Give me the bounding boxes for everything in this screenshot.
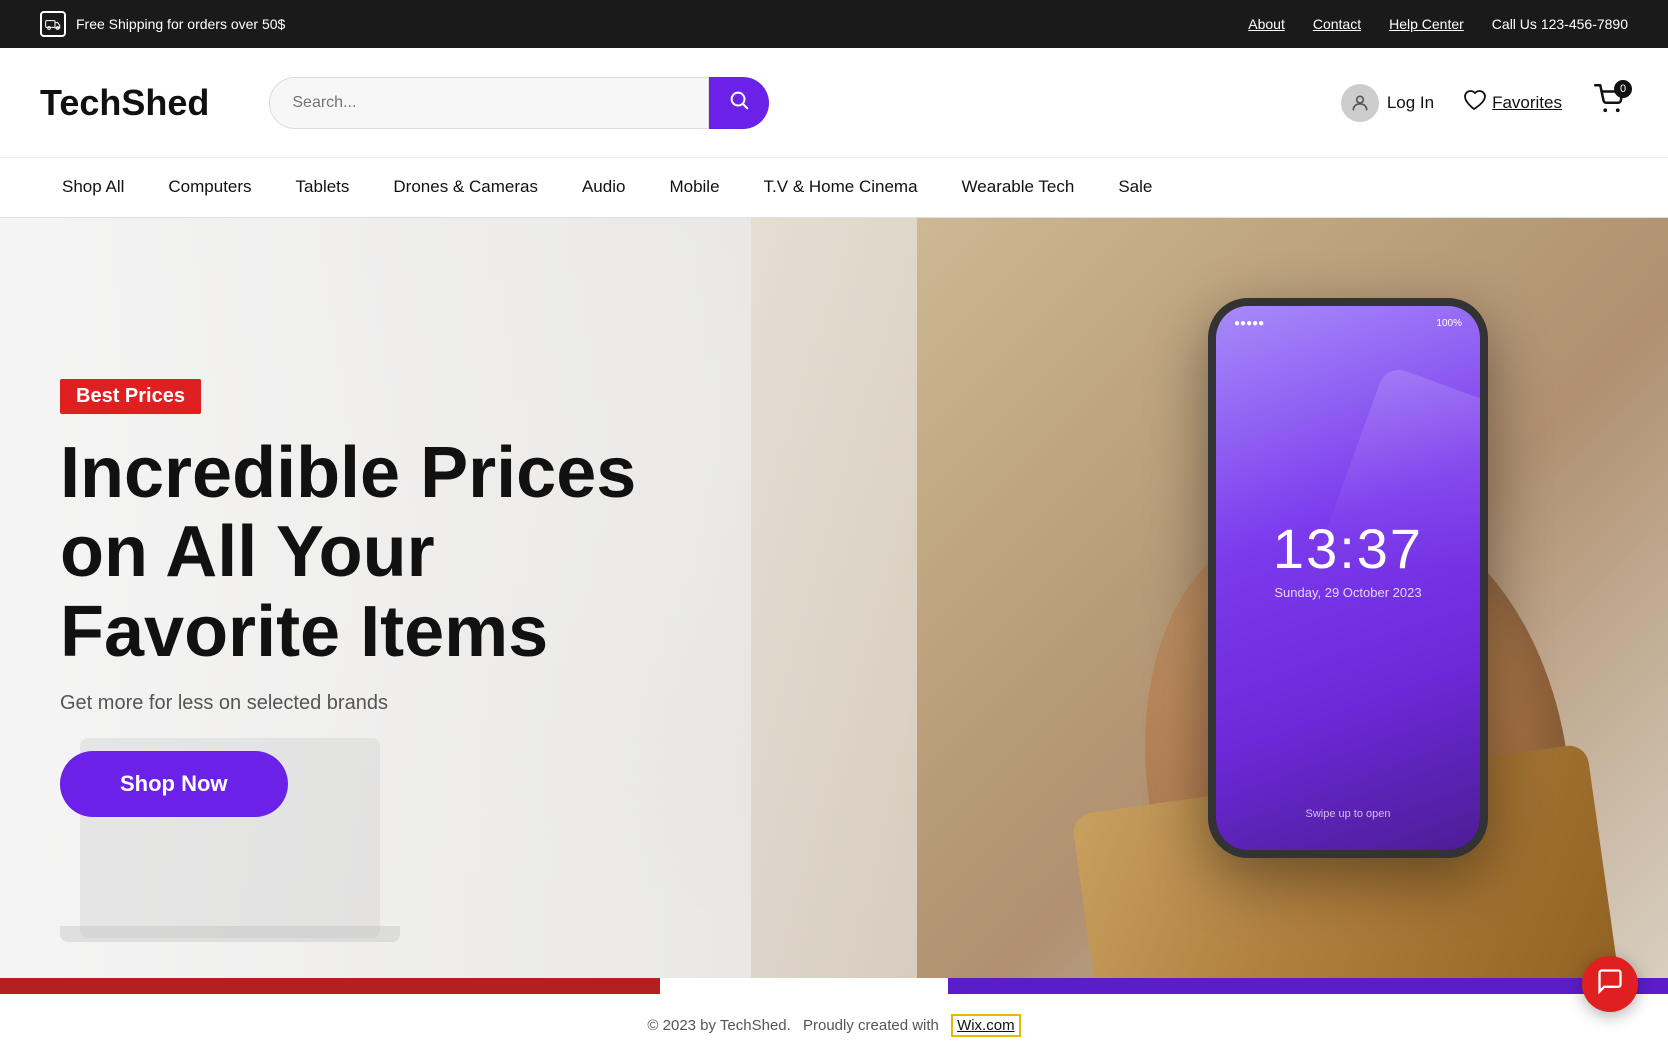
phone-mockup: ●●●●● 100% 13:37 Sunday, 29 October 2023… xyxy=(1208,298,1488,858)
top-nav-links: About Contact Help Center Call Us 123-45… xyxy=(1248,16,1628,32)
heart-icon xyxy=(1462,88,1486,118)
shipping-icon xyxy=(40,11,66,37)
search-container xyxy=(269,77,769,129)
laptop-base-hint xyxy=(60,926,400,942)
footer-proudly: Proudly created with xyxy=(803,1017,939,1034)
call-us-text: Call Us 123-456-7890 xyxy=(1492,16,1628,32)
shop-now-button[interactable]: Shop Now xyxy=(60,751,288,817)
search-icon xyxy=(728,89,750,117)
phone-screen: ●●●●● 100% 13:37 Sunday, 29 October 2023… xyxy=(1216,306,1480,850)
contact-link[interactable]: Contact xyxy=(1313,16,1361,32)
footer: © 2023 by TechShed. Proudly created with… xyxy=(0,994,1668,1057)
chat-button[interactable] xyxy=(1582,956,1638,1012)
favorites-button[interactable]: Favorites xyxy=(1462,88,1562,118)
shipping-info: Free Shipping for orders over 50$ xyxy=(40,11,285,37)
nav-shop-all[interactable]: Shop All xyxy=(40,158,146,218)
wix-link[interactable]: Wix.com xyxy=(957,1017,1015,1034)
cart-icon-wrap: 0 xyxy=(1590,84,1628,122)
footer-bar-red xyxy=(0,978,660,994)
nav-wearable[interactable]: Wearable Tech xyxy=(940,158,1097,218)
cart-count: 0 xyxy=(1614,80,1632,98)
chat-icon xyxy=(1596,967,1624,1002)
nav-audio[interactable]: Audio xyxy=(560,158,647,218)
nav-tablets[interactable]: Tablets xyxy=(274,158,372,218)
nav-tv[interactable]: T.V & Home Cinema xyxy=(742,158,940,218)
shipping-text: Free Shipping for orders over 50$ xyxy=(76,16,285,32)
nav-sale[interactable]: Sale xyxy=(1096,158,1174,218)
footer-wix-box: Wix.com xyxy=(951,1014,1021,1037)
main-nav: Shop All Computers Tablets Drones & Came… xyxy=(0,158,1668,218)
login-label: Log In xyxy=(1387,93,1434,113)
about-link[interactable]: About xyxy=(1248,16,1285,32)
footer-bars xyxy=(0,978,1668,994)
phone-status-bar: ●●●●● 100% xyxy=(1216,318,1480,329)
hero-subtitle: Get more for less on selected brands xyxy=(60,692,636,715)
top-bar: Free Shipping for orders over 50$ About … xyxy=(0,0,1668,48)
footer-bar-gap xyxy=(660,978,948,994)
hero-section: ●●●●● 100% 13:37 Sunday, 29 October 2023… xyxy=(0,218,1668,978)
login-button[interactable]: Log In xyxy=(1341,84,1434,122)
nav-computers[interactable]: Computers xyxy=(146,158,273,218)
phone-number: 123-456-7890 xyxy=(1541,16,1628,32)
best-prices-badge: Best Prices xyxy=(60,379,201,414)
help-center-link[interactable]: Help Center xyxy=(1389,16,1464,32)
hero-content: Best Prices Incredible Prices on All You… xyxy=(0,379,636,817)
nav-drones[interactable]: Drones & Cameras xyxy=(371,158,560,218)
nav-mobile[interactable]: Mobile xyxy=(647,158,741,218)
header-right: Log In Favorites 0 xyxy=(1341,84,1628,122)
favorites-label: Favorites xyxy=(1492,93,1562,113)
cart-button[interactable]: 0 xyxy=(1590,84,1628,122)
footer-copyright: © 2023 by TechShed. xyxy=(647,1017,790,1034)
logo[interactable]: TechShed xyxy=(40,82,209,124)
phone-swipe: Swipe up to open xyxy=(1305,808,1390,820)
hero-title: Incredible Prices on All Your Favorite I… xyxy=(60,434,636,672)
header: TechShed Log In xyxy=(0,48,1668,158)
search-input[interactable] xyxy=(269,77,709,129)
search-button[interactable] xyxy=(709,77,769,129)
user-icon xyxy=(1341,84,1379,122)
footer-bar-purple xyxy=(948,978,1668,994)
